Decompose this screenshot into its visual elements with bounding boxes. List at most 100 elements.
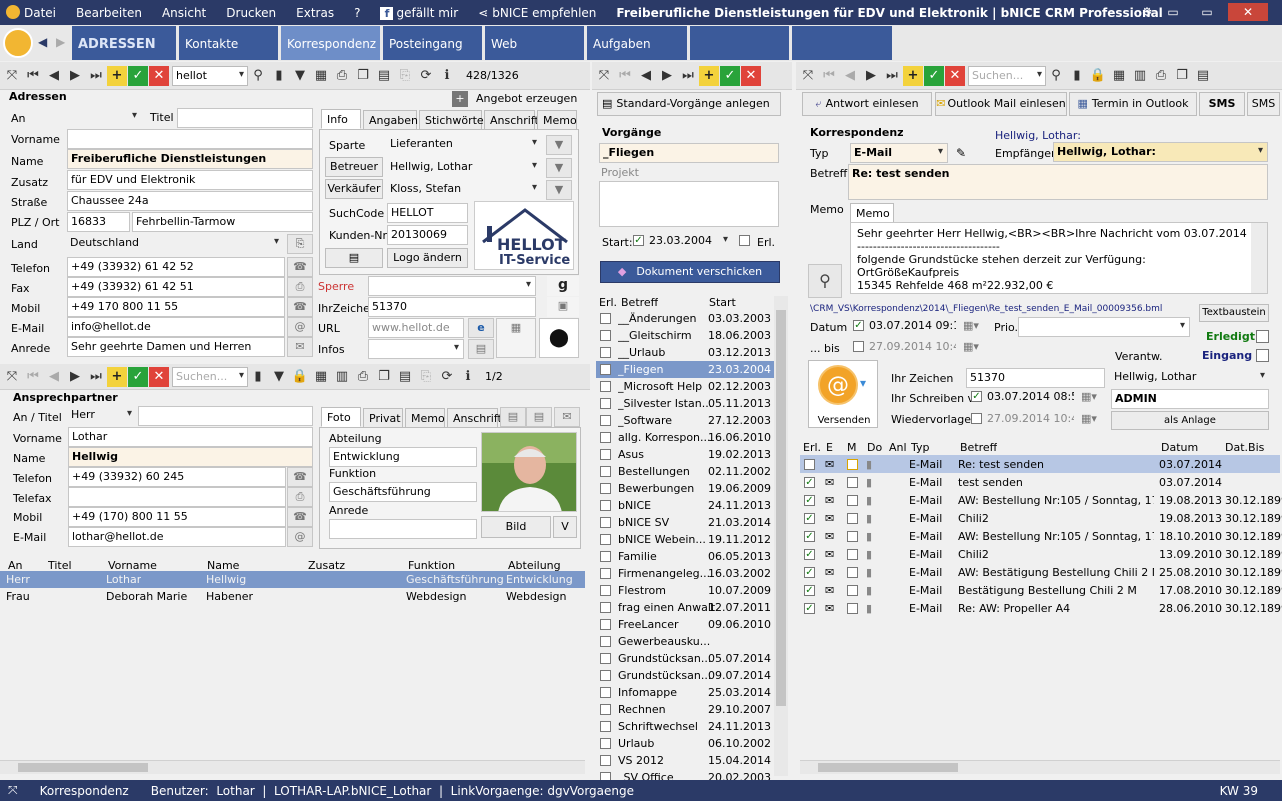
erl-checkbox[interactable] (600, 466, 611, 477)
tab-aufgaben[interactable]: Aufgaben (587, 26, 687, 60)
empfaenger-select[interactable]: Hellwig, Lothar: (1053, 142, 1268, 162)
ansprech-email-field[interactable]: lothar@hellot.de (68, 527, 286, 547)
bookmark-icon[interactable]: ▮ (1067, 66, 1087, 86)
print-icon[interactable]: ⎙ (1151, 66, 1171, 86)
ansprech-mobile-icon[interactable]: ☎ (287, 507, 313, 527)
list-item[interactable]: __Urlaub 03.12.2013 (596, 344, 774, 361)
tab-korr-memo[interactable]: Memo (850, 203, 894, 223)
anrede-field[interactable]: Sehr geehrte Damen und Herren (67, 337, 285, 357)
list-item[interactable]: _Silvester Istan... 05.11.2013 (596, 395, 774, 412)
bild-button[interactable]: Bild (481, 516, 551, 538)
tab-angaben[interactable]: Angaben (363, 110, 418, 130)
save-icon[interactable]: ✓ (720, 65, 740, 86)
erl-checkbox[interactable] (600, 721, 611, 732)
korr-ihrzeichen-field[interactable]: 51370 (966, 368, 1105, 388)
add-icon[interactable]: + (699, 65, 719, 86)
projekt-memo[interactable] (599, 181, 779, 227)
erl-checkbox[interactable] (600, 517, 611, 528)
col-e[interactable]: E (826, 441, 833, 454)
export-icon[interactable]: ▥ (332, 367, 352, 387)
save-icon[interactable]: ✓ (128, 366, 148, 387)
erl-checkbox[interactable] (600, 653, 611, 664)
bookmark-icon[interactable]: ▮ (269, 66, 289, 86)
verkaeufer-select[interactable]: Kloss, Stefan (387, 180, 541, 200)
ansprech-phone-icon[interactable]: ☎ (287, 467, 313, 487)
first-record-icon[interactable]: ⏮ (23, 367, 43, 387)
erl-checkbox[interactable] (600, 381, 611, 392)
vorgang-current-field[interactable]: _Fliegen (599, 143, 779, 163)
table-row[interactable]: Frau Deborah Marie Habener Webdesign Web… (0, 588, 585, 605)
list-item[interactable]: bNICE 24.11.2013 (596, 497, 774, 514)
abteilung-field[interactable]: Entwicklung (329, 447, 477, 467)
erl-checkbox[interactable] (600, 364, 611, 375)
m-checkbox[interactable] (847, 459, 858, 470)
admin-field[interactable]: ADMIN (1111, 389, 1269, 409)
table-row[interactable]: ✓ ✉ ▮ E-Mail Chili2 13.09.2010 30.12.1899 (800, 545, 1282, 563)
bis-field[interactable]: 27.09.2014 10:42 (866, 338, 956, 358)
next-record-icon[interactable]: ▶ (657, 66, 677, 86)
infos-select[interactable] (368, 339, 464, 359)
korr-search-input[interactable]: Suchen... (968, 65, 1046, 86)
tab-privat[interactable]: Privat (363, 408, 403, 428)
add-icon[interactable]: + (107, 366, 127, 387)
menu-bearbeiten[interactable]: Bearbeiten (66, 6, 152, 20)
ort-field[interactable]: Fehrbellin-Tarmow (132, 212, 313, 232)
add-icon[interactable]: + (903, 65, 923, 86)
prev-record-icon[interactable]: ◀ (840, 66, 860, 86)
attach-icon[interactable]: ⎘ (395, 66, 415, 86)
close-button[interactable]: ✕ (1228, 3, 1268, 21)
fax-field[interactable]: +49 (33932) 61 42 51 (67, 277, 285, 297)
forward-icon[interactable]: ▶ (56, 35, 65, 49)
email-field[interactable]: info@hellot.de (67, 317, 285, 337)
m-checkbox[interactable] (847, 495, 858, 506)
col-m[interactable]: M (847, 441, 857, 454)
erl-checkbox[interactable] (600, 330, 611, 341)
infos-list-icon[interactable]: ▤ (468, 339, 494, 359)
ansprech-search-input[interactable]: Suchen... (172, 366, 248, 387)
erl-checkbox[interactable] (600, 313, 611, 324)
erl-checkbox[interactable]: ✓ (804, 513, 815, 524)
ihrzeichen-field[interactable]: 51370 (368, 297, 536, 317)
lock-icon[interactable]: 🔒 (290, 367, 310, 387)
erl-checkbox[interactable] (600, 585, 611, 596)
bis-checkbox[interactable] (853, 341, 864, 352)
erl-checkbox[interactable]: ✓ (804, 585, 815, 596)
outlook-mail-button[interactable]: ✉ Outlook Mail einlesen (935, 92, 1067, 116)
status-expand-icon[interactable]: ⤧ (8, 783, 18, 798)
col-do[interactable]: Do (867, 441, 882, 454)
memo-vscroll[interactable] (1251, 223, 1267, 293)
tab-memo[interactable]: Memo (537, 110, 577, 130)
table-row[interactable]: Herr Lothar Hellwig Geschäftsführung Ent… (0, 571, 585, 588)
ansprech-name-field[interactable]: Hellwig (68, 447, 313, 467)
typ-select[interactable]: E-Mail (850, 143, 948, 163)
ansprech-mail-icon[interactable]: ✉ (554, 407, 580, 427)
mail-envelope-icon[interactable]: ✉ (287, 337, 313, 357)
calendar-icon[interactable]: ▦ (1109, 66, 1129, 86)
tab-anschrift[interactable]: Anschrift (484, 110, 539, 130)
erl-checkbox[interactable] (600, 534, 611, 545)
sperre-select[interactable] (368, 276, 536, 296)
back-icon[interactable]: ◀ (38, 35, 47, 49)
bookmark-icon[interactable]: ▮ (248, 367, 268, 387)
erl-checkbox[interactable] (600, 704, 611, 715)
clipboard-button[interactable]: ▤ (325, 248, 383, 268)
prio-select[interactable] (1018, 317, 1190, 337)
m-checkbox[interactable] (847, 603, 858, 614)
expand-icon[interactable]: ⤧ (594, 66, 614, 86)
mobile-dial-icon[interactable]: ☎ (287, 297, 313, 317)
datum-checkbox[interactable]: ✓ (853, 320, 864, 331)
logo-aendern-button[interactable]: Logo ändern (387, 248, 468, 268)
table-row[interactable]: ✓ ✉ ▮ E-Mail AW: Bestätigung Bestellung Chil… (800, 563, 1282, 581)
list-item[interactable]: Firmenangeleg... 16.03.2002 (596, 565, 774, 582)
list-item[interactable]: Flestrom 10.07.2009 (596, 582, 774, 599)
search-combo[interactable]: hellot (172, 65, 248, 86)
betreff-field[interactable]: Re: test senden (848, 164, 1268, 200)
list-item[interactable]: Schriftwechsel 24.11.2013 (596, 718, 774, 735)
expand-icon[interactable]: ⤧ (2, 66, 22, 86)
table-row[interactable]: ✓ ✉ ▮ E-Mail Chili2 19.08.2013 30.12.1899 (800, 509, 1282, 527)
ansprech-anrede-field[interactable] (329, 519, 477, 539)
col-betreff[interactable]: Betreff (621, 296, 658, 309)
wiedervorlage-calendar-icon[interactable]: ▦▾ (1076, 410, 1102, 430)
tab-ansprech-memo[interactable]: Memo (405, 408, 445, 428)
erl-checkbox[interactable] (600, 500, 611, 511)
